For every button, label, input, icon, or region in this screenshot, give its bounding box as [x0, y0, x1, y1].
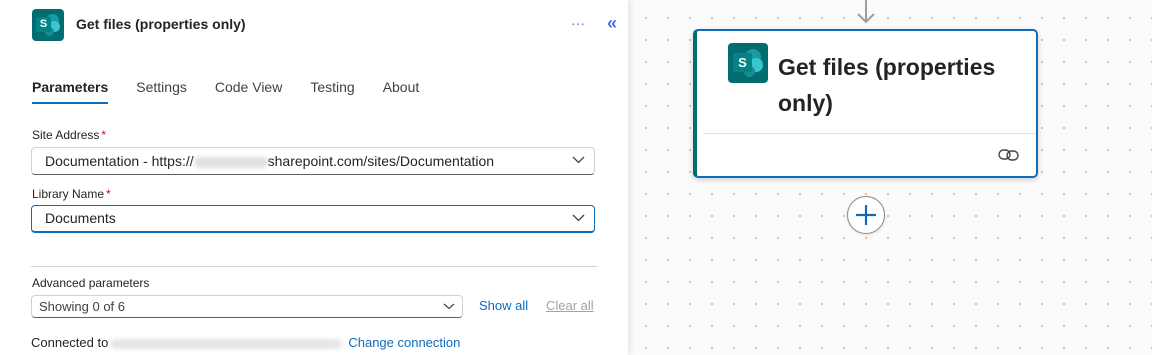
library-name-label: Library Name *: [32, 187, 111, 201]
site-address-value-suffix: sharepoint.com/sites/Documentation: [267, 153, 495, 169]
change-connection-link[interactable]: Change connection: [348, 335, 460, 350]
tab-code-view[interactable]: Code View: [215, 79, 282, 104]
action-details-panel: S Get files (properties only) ··· « Para…: [0, 0, 628, 355]
advanced-parameters-label: Advanced parameters: [32, 276, 150, 290]
site-address-dropdown[interactable]: Documentation - https:// sharepoint.com/s…: [31, 147, 595, 175]
redacted-account: [110, 338, 343, 349]
add-action-button[interactable]: [847, 196, 885, 234]
card-divider: [703, 133, 1036, 134]
redacted-text: [193, 156, 268, 168]
tab-testing[interactable]: Testing: [310, 79, 354, 104]
chevron-down-icon: [572, 156, 585, 164]
collapse-panel-icon[interactable]: «: [607, 13, 617, 34]
more-options-icon[interactable]: ···: [571, 15, 585, 31]
card-title: Get files (properties only): [778, 54, 996, 116]
sharepoint-icon: S: [32, 9, 64, 41]
connected-to-label: Connected to: [31, 335, 109, 350]
connection-info: Connected to Change connection: [31, 335, 460, 350]
library-name-value: Documents: [45, 210, 116, 226]
panel-tabs: Parameters Settings Code View Testing Ab…: [32, 79, 447, 104]
tab-settings[interactable]: Settings: [136, 79, 187, 104]
clear-all-link[interactable]: Clear all: [546, 298, 594, 313]
plus-icon: [856, 205, 876, 225]
incoming-connector-arrow: [857, 0, 875, 24]
show-all-link[interactable]: Show all: [479, 298, 528, 313]
tab-about[interactable]: About: [383, 79, 420, 104]
tab-parameters[interactable]: Parameters: [32, 79, 109, 104]
site-address-label: Site Address *: [32, 128, 107, 142]
sharepoint-icon: S: [728, 43, 768, 83]
panel-title: Get files (properties only): [76, 16, 246, 32]
link-icon[interactable]: [998, 148, 1020, 162]
chevron-down-icon: [443, 303, 455, 310]
required-mark: *: [101, 128, 107, 142]
required-mark: *: [106, 187, 111, 201]
advanced-parameters-select[interactable]: Showing 0 of 6: [31, 295, 463, 318]
chevron-down-icon: [572, 214, 585, 222]
library-name-dropdown[interactable]: Documents: [31, 205, 595, 233]
advanced-parameters-value: Showing 0 of 6: [39, 299, 126, 314]
section-divider: [31, 266, 597, 267]
site-address-value-prefix: Documentation - https://: [45, 153, 194, 169]
action-card[interactable]: S Get files (properties only): [693, 29, 1038, 178]
